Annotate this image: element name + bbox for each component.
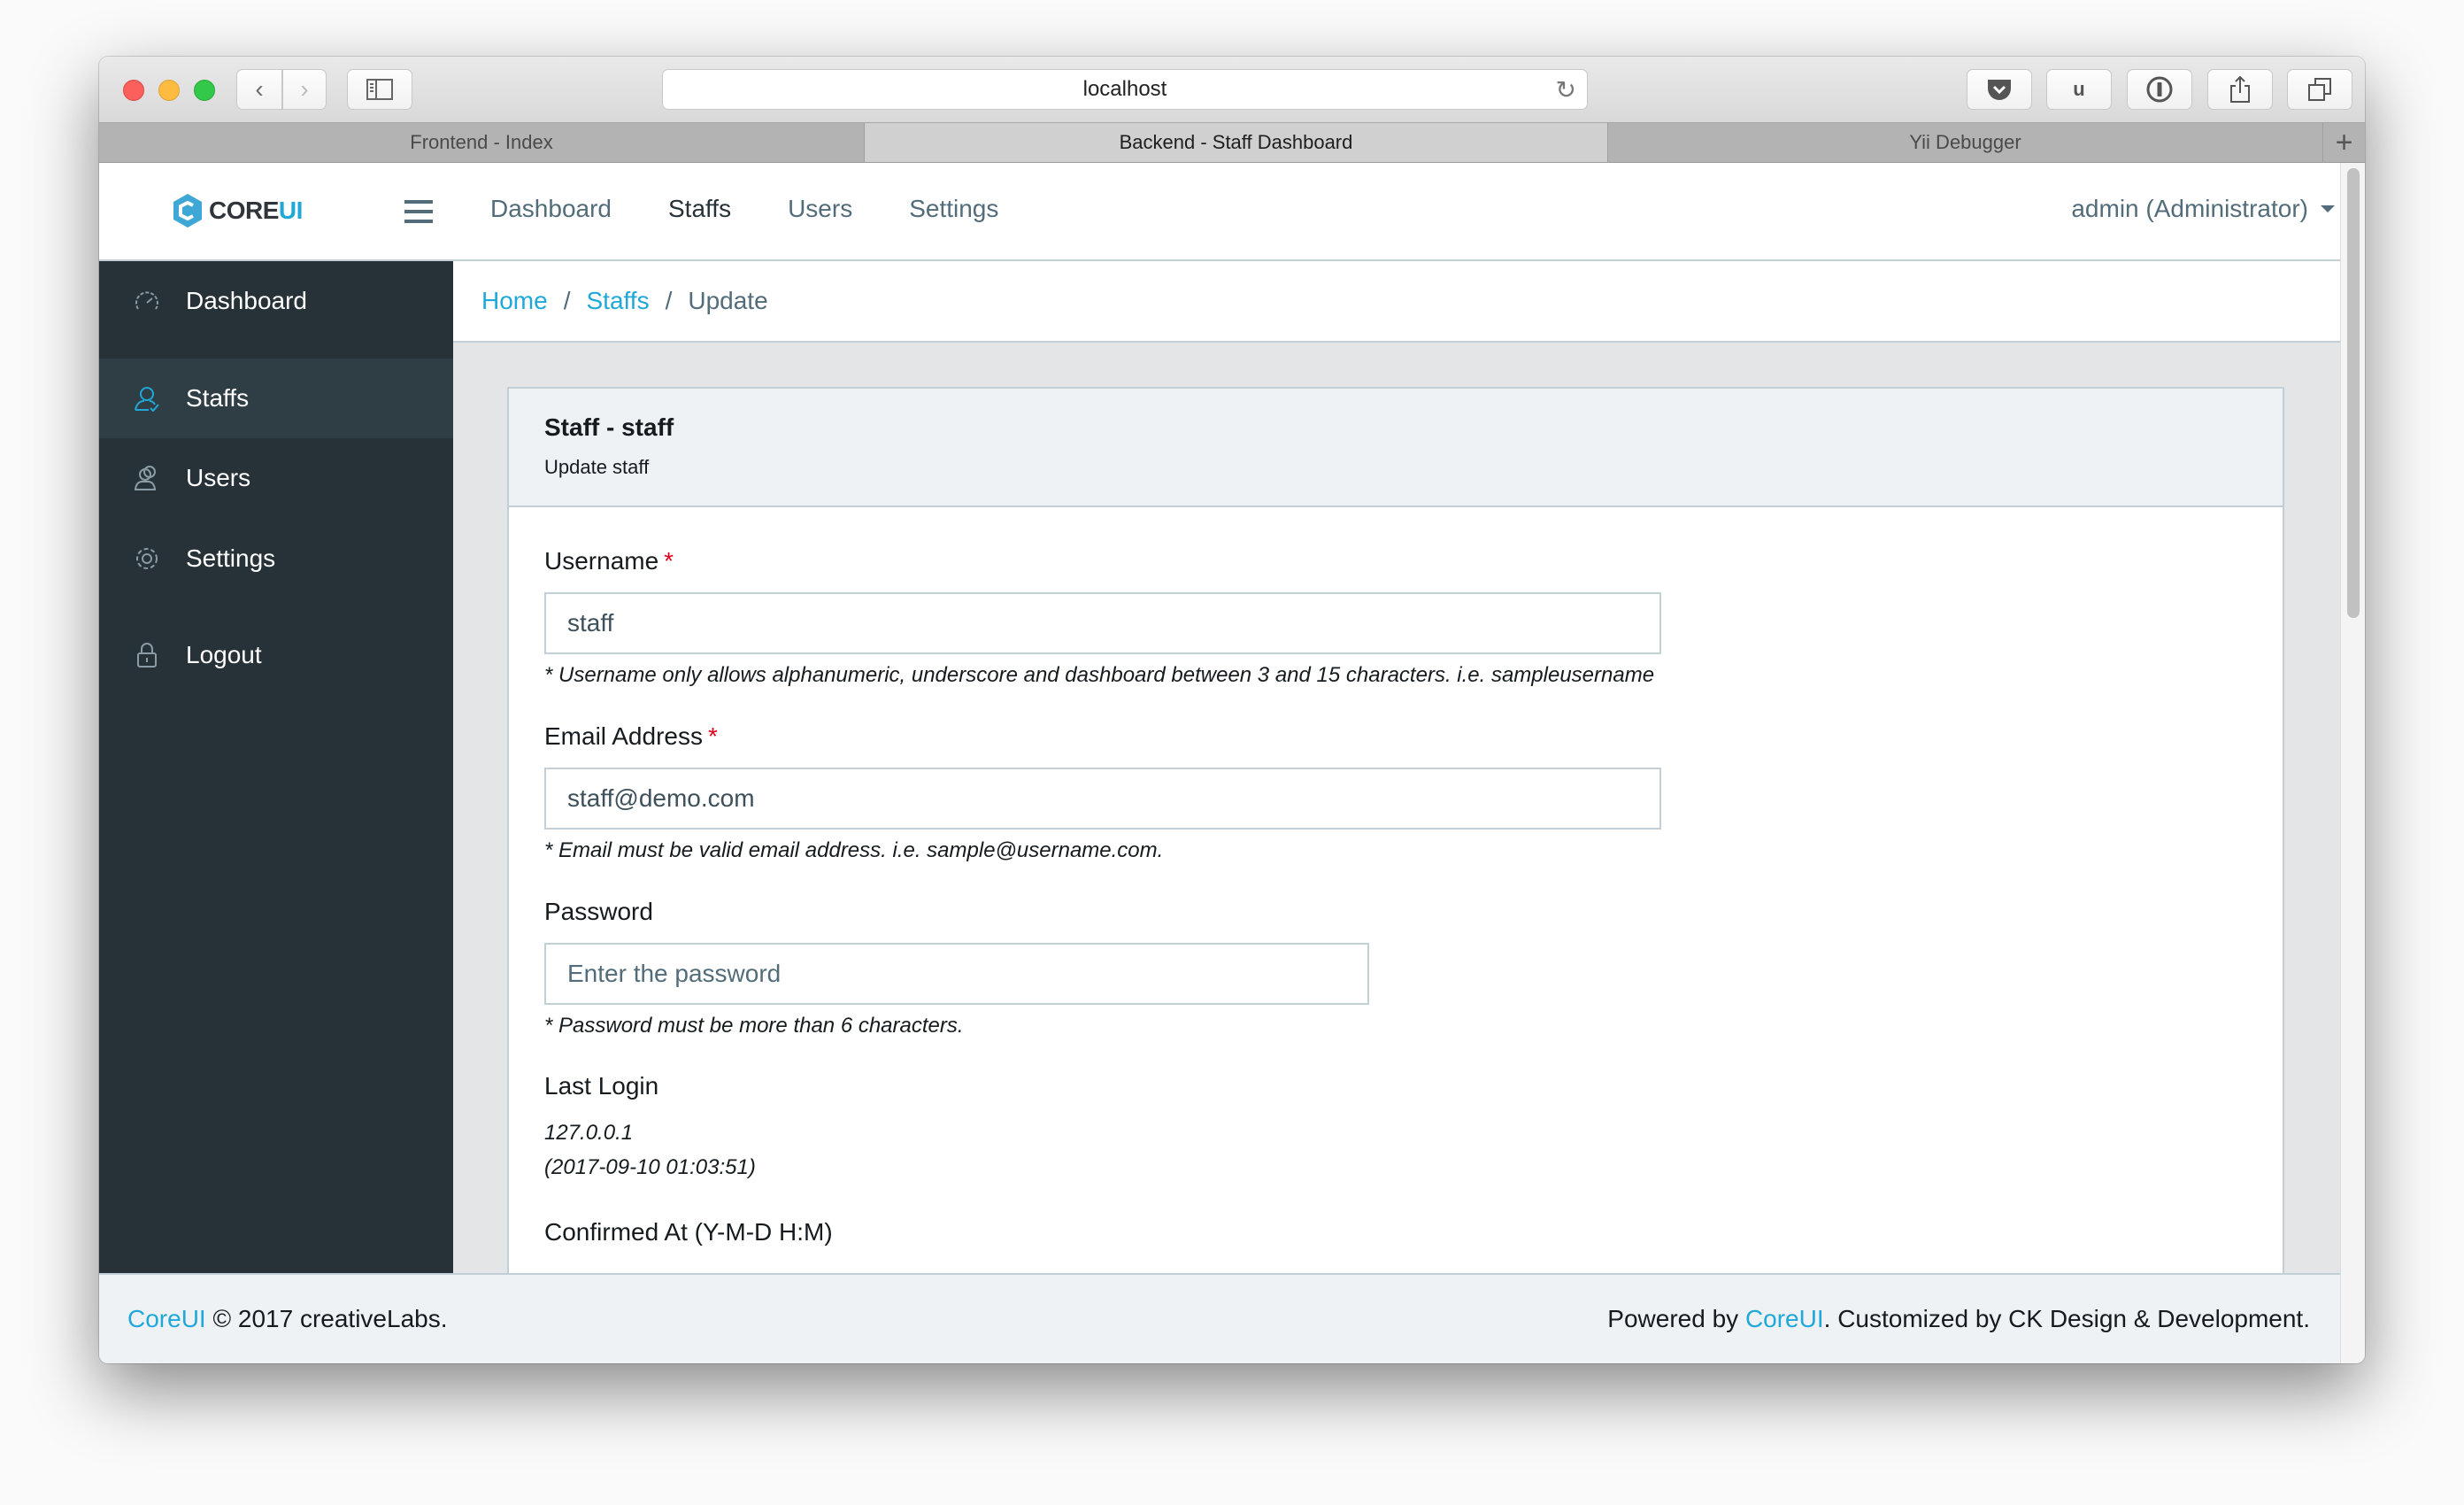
footer-left: CoreUI © 2017 creativeLabs. xyxy=(127,1305,448,1333)
footer-powered-link[interactable]: CoreUI xyxy=(1745,1305,1824,1332)
new-tab-button[interactable]: + xyxy=(2322,123,2365,162)
last-login-ip: 127.0.0.1 xyxy=(544,1121,634,1145)
1password-button[interactable] xyxy=(2127,69,2192,110)
browser-tab-backend[interactable]: Backend - Staff Dashboard xyxy=(865,123,1608,162)
username-input[interactable] xyxy=(544,592,1661,654)
user-dropdown[interactable]: admin (Administrator) xyxy=(2071,195,2335,223)
password-label: Password xyxy=(544,898,653,925)
breadcrumb-current: Update xyxy=(688,287,768,314)
card-header: Staff - staff Update staff xyxy=(509,389,2283,507)
sidebar-item-label: Staffs xyxy=(186,384,250,412)
hamburger-icon xyxy=(404,200,433,204)
maximize-window-button[interactable] xyxy=(194,80,215,101)
app: COREUI Dashboard Staffs Users Settings a… xyxy=(99,163,2340,1363)
footer-right: Powered by CoreUI. Customized by CK Desi… xyxy=(1607,1305,2310,1333)
user-check-icon xyxy=(133,384,161,413)
plus-icon: + xyxy=(2335,125,2353,159)
sidebar-item-label: Logout xyxy=(186,641,262,668)
browser-window: ‹ › localhost ↻ u Frontend - Index Backe… xyxy=(99,57,2365,1363)
top-nav: Dashboard Staffs Users Settings xyxy=(490,195,998,223)
card-subtitle: Update staff xyxy=(544,456,650,478)
sidebar-item-users[interactable]: Users xyxy=(99,438,453,518)
browser-toolbar: ‹ › localhost ↻ u xyxy=(99,57,2365,123)
breadcrumb-home[interactable]: Home xyxy=(481,287,548,315)
tabs-overview-icon xyxy=(2308,78,2331,101)
share-button[interactable] xyxy=(2207,69,2273,110)
sidebar-item-dashboard[interactable]: Dashboard xyxy=(99,261,453,341)
footer-powered-by: Powered by xyxy=(1607,1305,1745,1332)
required-mark: * xyxy=(664,547,674,575)
speedometer-icon xyxy=(133,287,161,315)
users-icon xyxy=(133,464,161,492)
breadcrumb-separator: / xyxy=(665,287,673,314)
card-title: Staff - staff xyxy=(544,413,674,441)
caret-down-icon xyxy=(2321,205,2335,212)
sidebar-item-staffs[interactable]: Staffs xyxy=(99,359,453,438)
sidebar-toggler[interactable] xyxy=(404,200,433,223)
breadcrumb-staffs[interactable]: Staffs xyxy=(586,287,649,315)
browser-tab-yii-debugger[interactable]: Yii Debugger xyxy=(1608,123,2322,162)
1password-icon xyxy=(2146,76,2173,103)
required-mark: * xyxy=(707,722,718,750)
pocket-button[interactable] xyxy=(1967,69,2032,110)
sidebar-item-label: Dashboard xyxy=(186,287,307,314)
page-scrollbar[interactable] xyxy=(2340,163,2365,1363)
username-label: Username * xyxy=(544,547,674,575)
app-header: COREUI Dashboard Staffs Users Settings a… xyxy=(99,163,2340,261)
password-help: * Password must be more than 6 character… xyxy=(544,1014,964,1038)
tab-label: Yii Debugger xyxy=(1909,131,2021,153)
footer-copyright: © 2017 creativeLabs. xyxy=(205,1305,448,1332)
sidebar-icon xyxy=(366,79,393,100)
ublock-icon: u xyxy=(2073,78,2085,100)
user-name: admin (Administrator) xyxy=(2071,195,2308,222)
back-button[interactable]: ‹ xyxy=(236,69,282,110)
tab-label: Frontend - Index xyxy=(410,131,553,153)
gear-icon xyxy=(133,544,161,573)
sidebar-toggle-button[interactable] xyxy=(347,69,412,110)
tab-label: Backend - Staff Dashboard xyxy=(1119,131,1353,153)
password-input[interactable] xyxy=(544,943,1369,1005)
coreui-logo-icon xyxy=(173,194,202,228)
username-help: * Username only allows alphanumeric, und… xyxy=(544,663,1655,687)
chevron-right-icon: › xyxy=(300,75,309,103)
footer: CoreUI © 2017 creativeLabs. Powered by C… xyxy=(99,1273,2340,1363)
email-help: * Email must be valid email address. i.e… xyxy=(544,838,1164,862)
sidebar-item-label: Users xyxy=(186,464,251,491)
breadcrumb-separator: / xyxy=(563,287,571,314)
forward-button[interactable]: › xyxy=(282,69,327,110)
url-text: localhost xyxy=(1082,77,1167,101)
sidebar: Dashboard Staffs Users Settings Logout xyxy=(99,261,453,1273)
sidebar-item-settings[interactable]: Settings xyxy=(99,519,453,598)
minimize-window-button[interactable] xyxy=(158,80,180,101)
reload-icon[interactable]: ↻ xyxy=(1556,75,1576,104)
address-bar[interactable]: localhost ↻ xyxy=(662,69,1588,110)
footer-coreui-link[interactable]: CoreUI xyxy=(127,1305,206,1332)
email-input[interactable] xyxy=(544,768,1661,830)
top-nav-settings[interactable]: Settings xyxy=(909,195,998,223)
last-login-label: Last Login xyxy=(544,1072,659,1100)
share-icon xyxy=(2230,75,2250,103)
top-nav-dashboard[interactable]: Dashboard xyxy=(490,195,612,223)
browser-tab-bar: Frontend - Index Backend - Staff Dashboa… xyxy=(99,123,2365,163)
brand-logo[interactable]: COREUI xyxy=(172,193,303,228)
brand-name: COREUI xyxy=(209,197,303,224)
staff-update-card: Staff - staff Update staff Username* * U… xyxy=(507,387,2284,1361)
ublock-button[interactable]: u xyxy=(2046,69,2112,110)
browser-tab-frontend[interactable]: Frontend - Index xyxy=(99,123,865,162)
footer-customized: . Customized by CK Design & Development. xyxy=(1823,1305,2310,1332)
tabs-overview-button[interactable] xyxy=(2287,69,2352,110)
email-label: Email Address * xyxy=(544,722,718,750)
close-window-button[interactable] xyxy=(123,80,144,101)
top-nav-staffs[interactable]: Staffs xyxy=(668,195,731,223)
sidebar-item-logout[interactable]: Logout xyxy=(99,615,453,695)
chevron-left-icon: ‹ xyxy=(255,75,264,103)
confirmed-at-label: Confirmed At (Y-M-D H:M) xyxy=(544,1218,833,1246)
lock-icon xyxy=(133,641,161,669)
scrollbar-thumb[interactable] xyxy=(2347,168,2360,618)
breadcrumb: Home / Staffs / Update xyxy=(453,261,2340,343)
last-login-time: (2017-09-10 01:03:51) xyxy=(544,1155,756,1179)
top-nav-users[interactable]: Users xyxy=(788,195,852,223)
pocket-icon xyxy=(1988,80,2011,100)
sidebar-item-label: Settings xyxy=(186,544,276,572)
